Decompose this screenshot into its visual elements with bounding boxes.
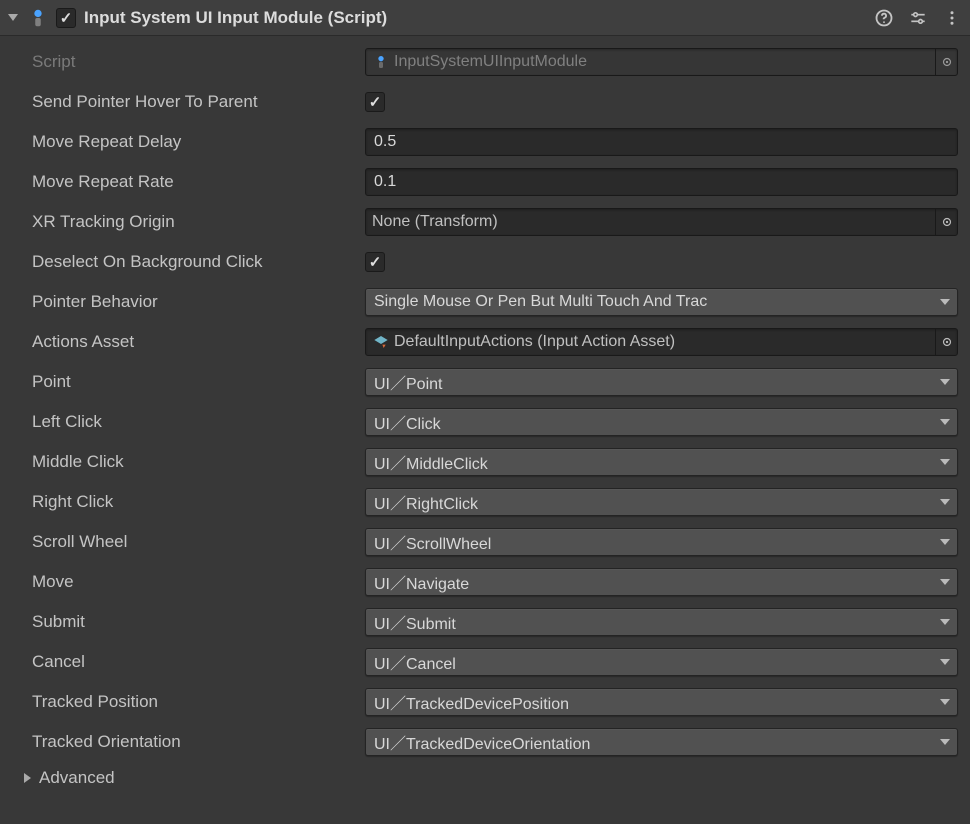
send-pointer-hover-checkbox[interactable] xyxy=(365,92,385,112)
row-pointer-behavior: Pointer Behavior Single Mouse Or Pen But… xyxy=(10,282,960,322)
label-send-pointer-hover: Send Pointer Hover To Parent xyxy=(10,92,365,112)
dropdown-caret-icon xyxy=(933,579,957,585)
move-repeat-rate-input[interactable] xyxy=(365,168,958,196)
label-tracked-position: Tracked Position xyxy=(10,692,365,712)
tracked-position-dropdown[interactable]: UI／TrackedDevicePosition xyxy=(365,688,958,716)
row-left-click: Left Click UI／Click xyxy=(10,402,960,442)
advanced-foldout-caret[interactable] xyxy=(24,773,31,783)
xr-tracking-origin-text: None (Transform) xyxy=(372,213,935,231)
row-tracked-orientation: Tracked Orientation UI／TrackedDeviceOrie… xyxy=(10,722,960,762)
script-asset-icon xyxy=(372,53,390,71)
row-cancel: Cancel UI／Cancel xyxy=(10,642,960,682)
script-field-text: InputSystemUIInputModule xyxy=(394,53,935,71)
script-field: InputSystemUIInputModule xyxy=(365,48,958,76)
component-icon xyxy=(26,6,50,30)
label-actions-asset: Actions Asset xyxy=(10,332,365,352)
left-click-dropdown[interactable]: UI／Click xyxy=(365,408,958,436)
help-icon[interactable] xyxy=(874,8,894,28)
label-point: Point xyxy=(10,372,365,392)
move-repeat-delay-input[interactable] xyxy=(365,128,958,156)
row-move-repeat-delay: Move Repeat Delay xyxy=(10,122,960,162)
row-move: Move UI／Navigate xyxy=(10,562,960,602)
component-title: Input System UI Input Module (Script) xyxy=(84,8,874,28)
advanced-foldout[interactable]: Advanced xyxy=(10,762,960,794)
component-header[interactable]: Input System UI Input Module (Script) xyxy=(0,0,970,36)
row-script: Script InputSystemUIInputModule xyxy=(10,42,960,82)
right-click-dropdown[interactable]: UI／RightClick xyxy=(365,488,958,516)
label-middle-click: Middle Click xyxy=(10,452,365,472)
middle-click-dropdown[interactable]: UI／MiddleClick xyxy=(365,448,958,476)
component-enabled-checkbox[interactable] xyxy=(56,8,76,28)
dropdown-caret-icon xyxy=(933,619,957,625)
row-submit: Submit UI／Submit xyxy=(10,602,960,642)
row-deselect-bg-click: Deselect On Background Click xyxy=(10,242,960,282)
label-xr-tracking-origin: XR Tracking Origin xyxy=(10,212,365,232)
actions-asset-picker[interactable] xyxy=(935,329,957,355)
label-tracked-orientation: Tracked Orientation xyxy=(10,732,365,752)
inspector-component-panel: Input System UI Input Module (Script) xyxy=(0,0,970,800)
label-move: Move xyxy=(10,572,365,592)
actions-asset-text: DefaultInputActions (Input Action Asset) xyxy=(394,333,935,351)
row-actions-asset: Actions Asset DefaultInputActions (Input… xyxy=(10,322,960,362)
label-move-repeat-delay: Move Repeat Delay xyxy=(10,132,365,152)
dropdown-caret-icon xyxy=(933,379,957,385)
actions-asset-field[interactable]: DefaultInputActions (Input Action Asset) xyxy=(365,328,958,356)
row-tracked-position: Tracked Position UI／TrackedDevicePositio… xyxy=(10,682,960,722)
advanced-label: Advanced xyxy=(39,768,115,788)
submit-dropdown[interactable]: UI／Submit xyxy=(365,608,958,636)
dropdown-caret-icon xyxy=(933,299,957,305)
label-submit: Submit xyxy=(10,612,365,632)
label-scroll-wheel: Scroll Wheel xyxy=(10,532,365,552)
xr-tracking-origin-field[interactable]: None (Transform) xyxy=(365,208,958,236)
row-send-pointer-hover: Send Pointer Hover To Parent xyxy=(10,82,960,122)
scroll-wheel-dropdown[interactable]: UI／ScrollWheel xyxy=(365,528,958,556)
label-cancel: Cancel xyxy=(10,652,365,672)
label-deselect-bg-click: Deselect On Background Click xyxy=(10,252,365,272)
tracked-orientation-dropdown[interactable]: UI／TrackedDeviceOrientation xyxy=(365,728,958,756)
dropdown-caret-icon xyxy=(933,499,957,505)
label-script: Script xyxy=(10,52,365,72)
dropdown-caret-icon xyxy=(933,659,957,665)
row-xr-tracking-origin: XR Tracking Origin None (Transform) xyxy=(10,202,960,242)
label-left-click: Left Click xyxy=(10,412,365,432)
pointer-behavior-dropdown[interactable]: Single Mouse Or Pen But Multi Touch And … xyxy=(365,288,958,316)
pointer-behavior-text: Single Mouse Or Pen But Multi Touch And … xyxy=(374,293,933,311)
dropdown-caret-icon xyxy=(933,459,957,465)
dropdown-caret-icon xyxy=(933,739,957,745)
presets-icon[interactable] xyxy=(908,8,928,28)
move-dropdown[interactable]: UI／Navigate xyxy=(365,568,958,596)
context-menu-icon[interactable] xyxy=(942,8,962,28)
point-dropdown[interactable]: UI／Point xyxy=(365,368,958,396)
label-move-repeat-rate: Move Repeat Rate xyxy=(10,172,365,192)
row-point: Point UI／Point xyxy=(10,362,960,402)
row-right-click: Right Click UI／RightClick xyxy=(10,482,960,522)
dropdown-caret-icon xyxy=(933,419,957,425)
cancel-dropdown[interactable]: UI／Cancel xyxy=(365,648,958,676)
row-move-repeat-rate: Move Repeat Rate xyxy=(10,162,960,202)
label-pointer-behavior: Pointer Behavior xyxy=(10,292,365,312)
component-foldout-caret[interactable] xyxy=(8,14,18,21)
xr-tracking-origin-picker[interactable] xyxy=(935,209,957,235)
script-object-picker[interactable] xyxy=(935,49,957,75)
component-body: Script InputSystemUIInputModule xyxy=(0,36,970,800)
row-scroll-wheel: Scroll Wheel UI／ScrollWheel xyxy=(10,522,960,562)
row-middle-click: Middle Click UI／MiddleClick xyxy=(10,442,960,482)
input-action-asset-icon xyxy=(372,333,390,351)
label-right-click: Right Click xyxy=(10,492,365,512)
dropdown-caret-icon xyxy=(933,539,957,545)
dropdown-caret-icon xyxy=(933,699,957,705)
deselect-bg-click-checkbox[interactable] xyxy=(365,252,385,272)
